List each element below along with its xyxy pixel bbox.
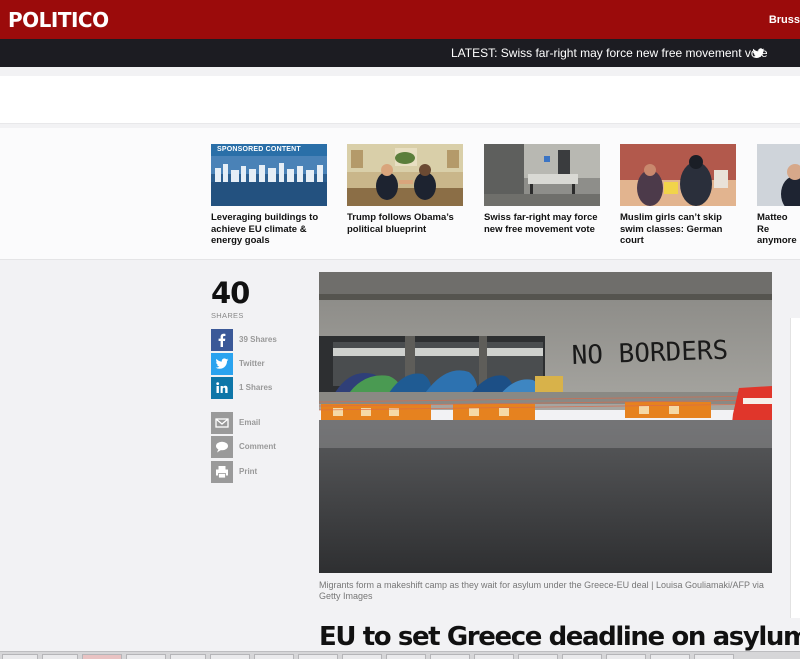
related-story-card[interactable]: Trump follows Obama’s political blueprin… (347, 144, 463, 235)
taskbar-button[interactable] (210, 654, 250, 659)
print-icon[interactable] (211, 461, 233, 483)
story-thumbnail[interactable] (757, 144, 800, 206)
edition-link[interactable]: Bruss (769, 14, 800, 26)
email-share-button[interactable]: Email (211, 412, 301, 434)
article-hero-image: NO BORDERS (319, 272, 772, 573)
comment-button[interactable]: Comment (211, 436, 301, 458)
article-headline: EU to set Greece deadline on asylum seek… (319, 622, 800, 652)
image-caption: Migrants form a makeshift camp as they w… (319, 580, 764, 601)
twitter-icon[interactable] (211, 353, 233, 375)
os-taskbar (0, 651, 800, 659)
linkedin-icon[interactable] (211, 377, 233, 399)
story-thumbnail[interactable] (347, 144, 463, 206)
ad-banner-area (0, 76, 800, 124)
story-title[interactable]: Trump follows Obama’s political blueprin… (347, 212, 463, 235)
taskbar-button[interactable] (650, 654, 690, 659)
story-thumbnail[interactable] (484, 144, 600, 206)
taskbar-button[interactable] (298, 654, 338, 659)
taskbar-button[interactable] (170, 654, 206, 659)
related-story-card[interactable]: Matteo Re anymore (757, 144, 800, 247)
story-thumbnail[interactable] (620, 144, 736, 206)
linkedin-share-button[interactable]: 1 Shares (211, 377, 301, 399)
latest-news-link[interactable]: LATEST: Swiss far-right may force new fr… (451, 46, 768, 60)
facebook-icon[interactable] (211, 329, 233, 351)
related-stories-strip: SPONSORED CONTENT Leveraging buildings t… (0, 128, 800, 260)
twitter-share-label: Twitter (239, 359, 265, 368)
print-label: Print (239, 467, 258, 476)
print-button[interactable]: Print (211, 461, 301, 483)
story-title[interactable]: Leveraging buildings to achieve EU clima… (211, 212, 327, 247)
story-title[interactable]: Matteo Re anymore (757, 212, 800, 247)
related-story-card[interactable]: SPONSORED CONTENT Leveraging buildings t… (211, 144, 327, 247)
taskbar-button[interactable] (126, 654, 166, 659)
related-story-card[interactable]: Muslim girls can’t skip swim classes: Ge… (620, 144, 736, 247)
sponsored-content-tag: SPONSORED CONTENT (211, 144, 327, 156)
taskbar-button[interactable] (430, 654, 470, 659)
story-title[interactable]: Muslim girls can’t skip swim classes: Ge… (620, 212, 736, 247)
comment-label: Comment (239, 442, 276, 451)
page: POLITICO Bruss LATEST: Swiss far-right m… (0, 0, 800, 659)
facebook-share-button[interactable]: 39 Shares (211, 329, 301, 351)
taskbar-button[interactable] (606, 654, 646, 659)
share-count-label: SHARES (211, 311, 244, 320)
taskbar-button[interactable] (2, 654, 38, 659)
top-nav-bar: POLITICO Bruss (0, 0, 800, 39)
taskbar-button[interactable] (474, 654, 514, 659)
taskbar-button[interactable] (562, 654, 602, 659)
comment-icon[interactable] (211, 436, 233, 458)
email-icon[interactable] (211, 412, 233, 434)
related-story-card[interactable]: Swiss far-right may force new free movem… (484, 144, 600, 235)
taskbar-button[interactable] (386, 654, 426, 659)
right-rail-edge (790, 318, 800, 618)
taskbar-button[interactable] (518, 654, 558, 659)
taskbar-button[interactable] (82, 654, 122, 659)
story-thumbnail[interactable]: SPONSORED CONTENT (211, 144, 327, 206)
story-title[interactable]: Swiss far-right may force new free movem… (484, 212, 600, 235)
taskbar-button[interactable] (42, 654, 78, 659)
facebook-share-count: 39 Shares (239, 335, 277, 344)
graffiti-text: NO BORDERS (571, 336, 728, 371)
taskbar-button[interactable] (254, 654, 294, 659)
email-share-label: Email (239, 418, 261, 427)
twitter-icon[interactable] (752, 47, 765, 60)
linkedin-share-count: 1 Shares (239, 383, 273, 392)
politico-logo[interactable]: POLITICO (8, 8, 109, 32)
share-count: 40 (211, 276, 250, 310)
twitter-share-button[interactable]: Twitter (211, 353, 301, 375)
latest-news-bar: LATEST: Swiss far-right may force new fr… (0, 39, 800, 67)
taskbar-button[interactable] (694, 654, 734, 659)
taskbar-button[interactable] (342, 654, 382, 659)
